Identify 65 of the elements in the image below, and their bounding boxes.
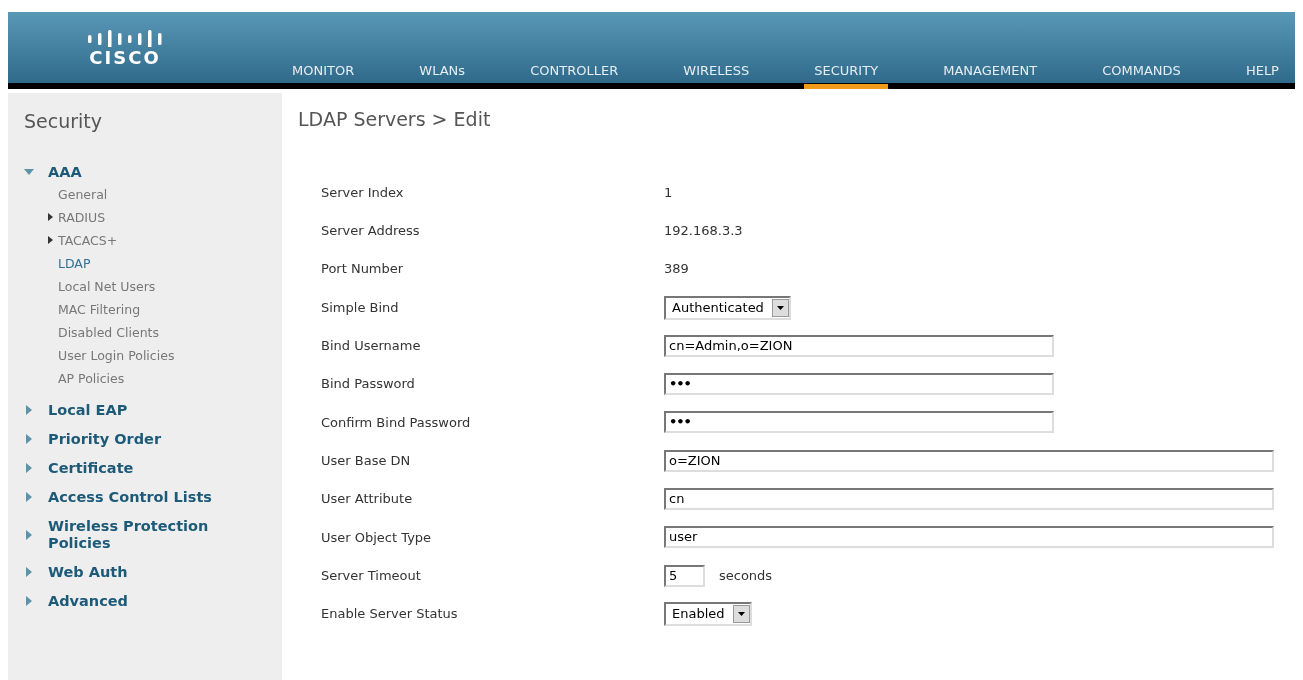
field-value: 1: [664, 183, 673, 202]
collapsed-arrow-icon: [26, 405, 32, 415]
nav-tab[interactable]: COMMANDS: [1092, 58, 1191, 89]
collapsed-arrow-icon: [26, 529, 32, 540]
sidebar-section[interactable]: Wireless Protection Policies: [48, 517, 258, 552]
nav-tab[interactable]: MANAGEMENT: [933, 58, 1048, 89]
field-label: Bind Password: [321, 375, 416, 394]
sidebar-section[interactable]: Web Auth: [48, 563, 128, 581]
expanded-arrow-icon: [24, 169, 34, 175]
sidebar-section[interactable]: Access Control Lists: [48, 488, 212, 506]
collapsed-arrow-icon: [26, 492, 32, 502]
dropdown[interactable]: Enabled: [664, 601, 752, 626]
field-label: User Attribute: [321, 490, 414, 509]
dropdown[interactable]: Authenticated: [664, 295, 791, 320]
field-label: Enable Server Status: [321, 605, 459, 624]
logo: CISCO: [89, 46, 161, 69]
sidebar-section[interactable]: AAA: [48, 163, 82, 181]
caret-icon: [732, 604, 750, 623]
field-label: User Base DN: [321, 451, 412, 470]
sidebar-item[interactable]: General: [58, 182, 108, 206]
sidebar-item[interactable]: AP Policies: [58, 366, 125, 390]
sidebar-section[interactable]: Advanced: [48, 592, 128, 610]
triangle-icon: [48, 236, 53, 244]
sidebar-item[interactable]: User Login Policies: [58, 343, 175, 367]
sidebar-item[interactable]: Local Net Users: [58, 274, 156, 298]
input-field[interactable]: cn: [664, 488, 1274, 510]
collapsed-arrow-icon: [26, 567, 32, 577]
unit-label: seconds: [719, 566, 773, 585]
sidebar-item[interactable]: RADIUS: [58, 205, 106, 229]
sidebar-section[interactable]: Certificate: [48, 459, 134, 477]
input-field[interactable]: user: [664, 526, 1274, 549]
field-label: Server Index: [321, 183, 405, 202]
collapsed-arrow-icon: [26, 434, 32, 444]
sidebar-item[interactable]: TACACS+: [58, 228, 118, 252]
field-value: 192.168.3.3: [664, 222, 743, 241]
input-field[interactable]: cn=Admin,o=ZION: [664, 334, 1054, 357]
field-label: User Object Type: [321, 528, 433, 547]
input-field[interactable]: 5: [664, 564, 705, 587]
nav-tab[interactable]: SECURITY: [804, 58, 889, 89]
field-label: Server Address: [321, 222, 421, 241]
triangle-icon: [48, 213, 53, 221]
sidebar-item[interactable]: LDAP: [58, 251, 91, 275]
caret-icon: [771, 298, 789, 317]
field-label: Confirm Bind Password: [321, 413, 472, 432]
nav-tab[interactable]: CONTROLLER: [520, 58, 629, 89]
nav-tab[interactable]: WLANs: [409, 58, 476, 89]
sidebar-item[interactable]: MAC Filtering: [58, 297, 141, 321]
field-label: Port Number: [321, 260, 405, 279]
sidebar-title: Security: [24, 109, 103, 134]
collapsed-arrow-icon: [26, 463, 32, 473]
nav-tab[interactable]: MONITOR: [282, 58, 365, 89]
collapsed-arrow-icon: [26, 596, 32, 606]
field-label: Bind Username: [321, 337, 422, 356]
page-title: LDAP Servers > Edit: [298, 107, 491, 132]
sidebar-section[interactable]: Local EAP: [48, 401, 128, 419]
password-field[interactable]: •••: [664, 373, 1054, 396]
sidebar-section[interactable]: Priority Order: [48, 430, 162, 448]
nav-tab[interactable]: WIRELESS: [673, 58, 760, 89]
field-value: 389: [664, 260, 689, 279]
nav-tab[interactable]: HELP: [1235, 58, 1289, 89]
password-field[interactable]: •••: [664, 411, 1054, 434]
field-label: Server Timeout: [321, 566, 422, 585]
field-label: Simple Bind: [321, 298, 400, 317]
input-field[interactable]: o=ZION: [664, 449, 1274, 472]
sidebar-item[interactable]: Disabled Clients: [58, 320, 159, 344]
